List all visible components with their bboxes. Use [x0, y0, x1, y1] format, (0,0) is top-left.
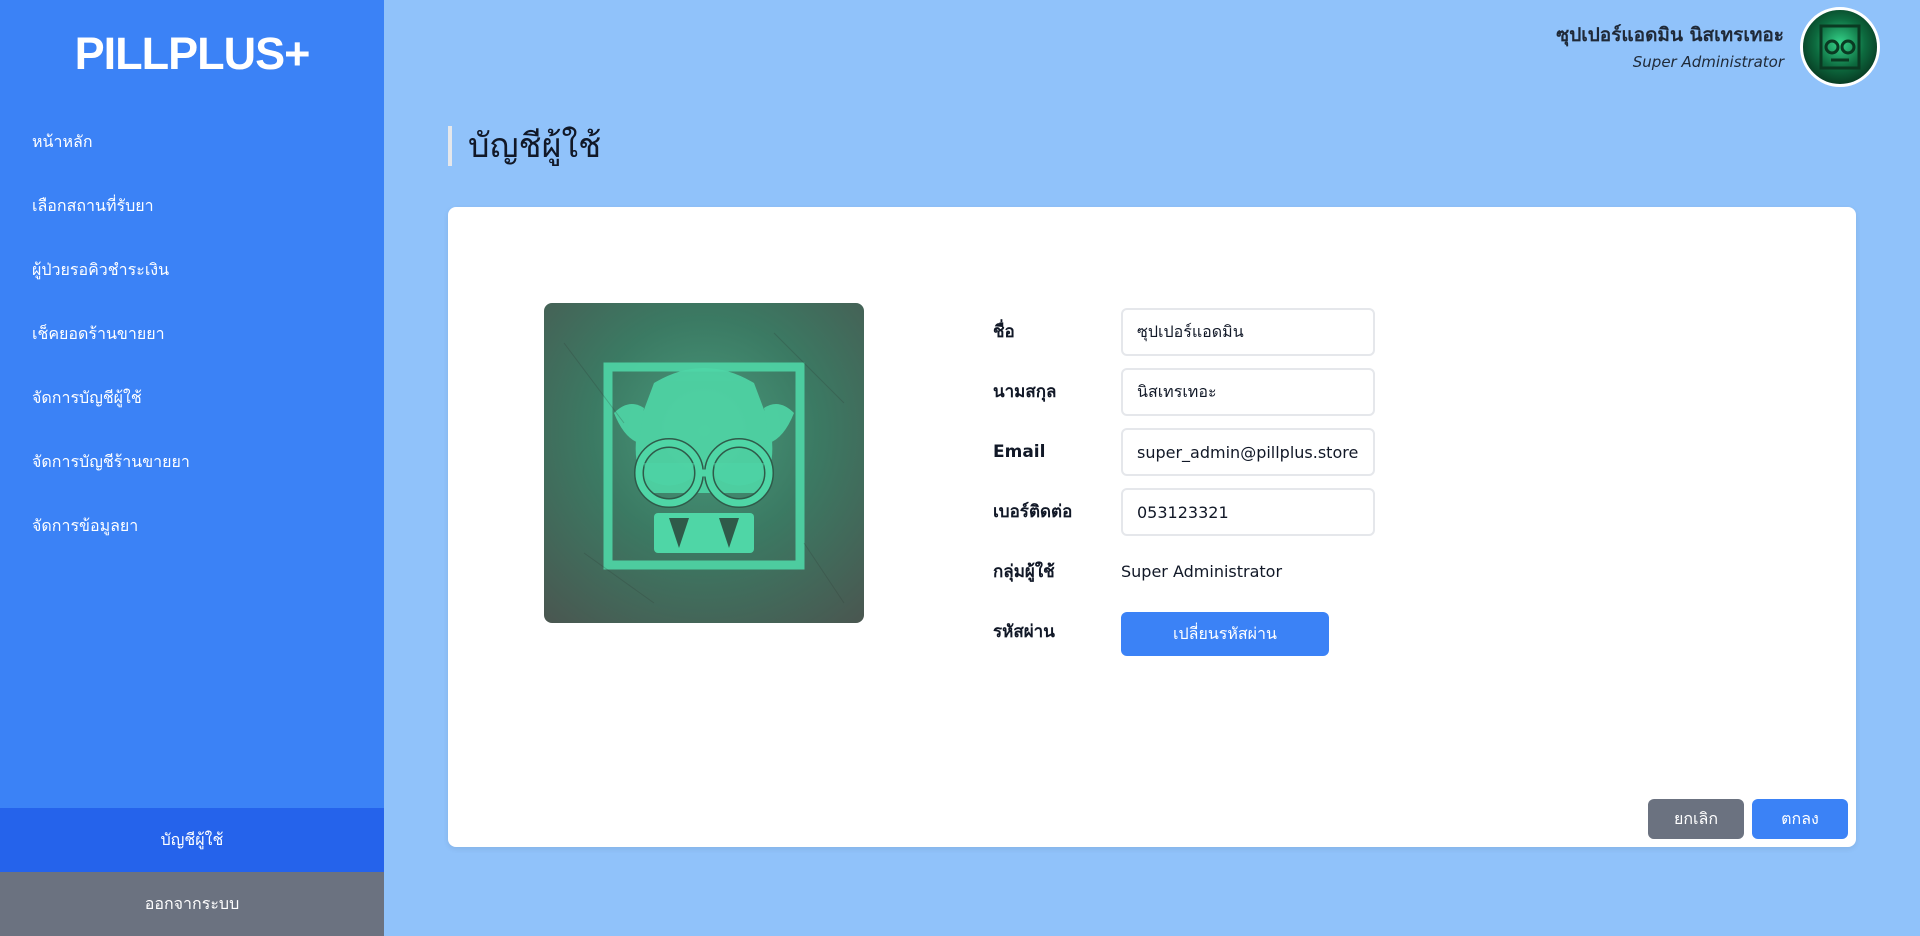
account-card: ชื่อ นามสกุล Email เบอร์ติดต่อ กลุ่มผู้ใ…	[448, 207, 1856, 847]
email-row: Email	[993, 428, 1593, 476]
avatar[interactable]	[1800, 7, 1880, 87]
account-button[interactable]: บัญชีผู้ใช้	[0, 808, 384, 872]
profile-image[interactable]	[544, 303, 864, 623]
first-name-input[interactable]	[1121, 308, 1375, 356]
first-name-row: ชื่อ	[993, 308, 1593, 356]
change-password-button[interactable]: เปลี่ยนรหัสผ่าน	[1121, 612, 1329, 656]
logout-button[interactable]: ออกจากระบบ	[0, 872, 384, 936]
email-field[interactable]	[1121, 428, 1375, 476]
sidebar-item-manage-pharmacies[interactable]: จัดการบัญชีร้านขายยา	[0, 430, 384, 494]
phone-input[interactable]	[1121, 488, 1375, 536]
sidebar-item-manage-users[interactable]: จัดการบัญชีผู้ใช้	[0, 366, 384, 430]
password-row: รหัสผ่าน เปลี่ยนรหัสผ่าน	[993, 608, 1593, 656]
cancel-button[interactable]: ยกเลิก	[1648, 799, 1744, 839]
phone-label: เบอร์ติดต่อ	[993, 502, 1073, 522]
sidebar-item-pharmacy-sales[interactable]: เช็คยอดร้านขายยา	[0, 302, 384, 366]
phone-row: เบอร์ติดต่อ	[993, 488, 1593, 536]
page-title: บัญชีผู้ใช้	[448, 126, 601, 166]
password-label: รหัสผ่าน	[993, 622, 1055, 642]
sidebar: PILLPLUS+ หน้าหลัก เลือกสถานที่รับยา ผู้…	[0, 0, 384, 936]
sidebar-nav: หน้าหลัก เลือกสถานที่รับยา ผู้ป่วยรอคิวช…	[0, 110, 384, 558]
group-label: กลุ่มผู้ใช้	[993, 562, 1055, 582]
avatar-mascot-icon	[1819, 24, 1861, 70]
email-label: Email	[993, 442, 1046, 462]
last-name-label: นามสกุล	[993, 382, 1057, 402]
group-row: กลุ่มผู้ใช้ Super Administrator	[993, 548, 1593, 596]
group-value: Super Administrator	[1121, 562, 1283, 581]
sidebar-item-payment-queue[interactable]: ผู้ป่วยรอคิวชำระเงิน	[0, 238, 384, 302]
user-role: Super Administrator	[1632, 53, 1784, 71]
sidebar-item-home[interactable]: หน้าหลัก	[0, 110, 384, 174]
first-name-label: ชื่อ	[993, 322, 1015, 342]
sidebar-footer: บัญชีผู้ใช้ ออกจากระบบ	[0, 808, 384, 936]
user-name: ซุปเปอร์แอดมิน นิสเทรเทอะ	[1556, 24, 1784, 46]
last-name-input[interactable]	[1121, 368, 1375, 416]
mascot-emblem-icon	[563, 332, 845, 604]
last-name-row: นามสกุล	[993, 368, 1593, 416]
sidebar-item-manage-drugs[interactable]: จัดการข้อมูลยา	[0, 494, 384, 558]
ok-button[interactable]: ตกลง	[1752, 799, 1848, 839]
app-logo[interactable]: PILLPLUS+	[0, 28, 384, 80]
user-info: ซุปเปอร์แอดมิน นิสเทรเทอะ Super Administ…	[1556, 20, 1784, 71]
sidebar-item-select-pickup[interactable]: เลือกสถานที่รับยา	[0, 174, 384, 238]
